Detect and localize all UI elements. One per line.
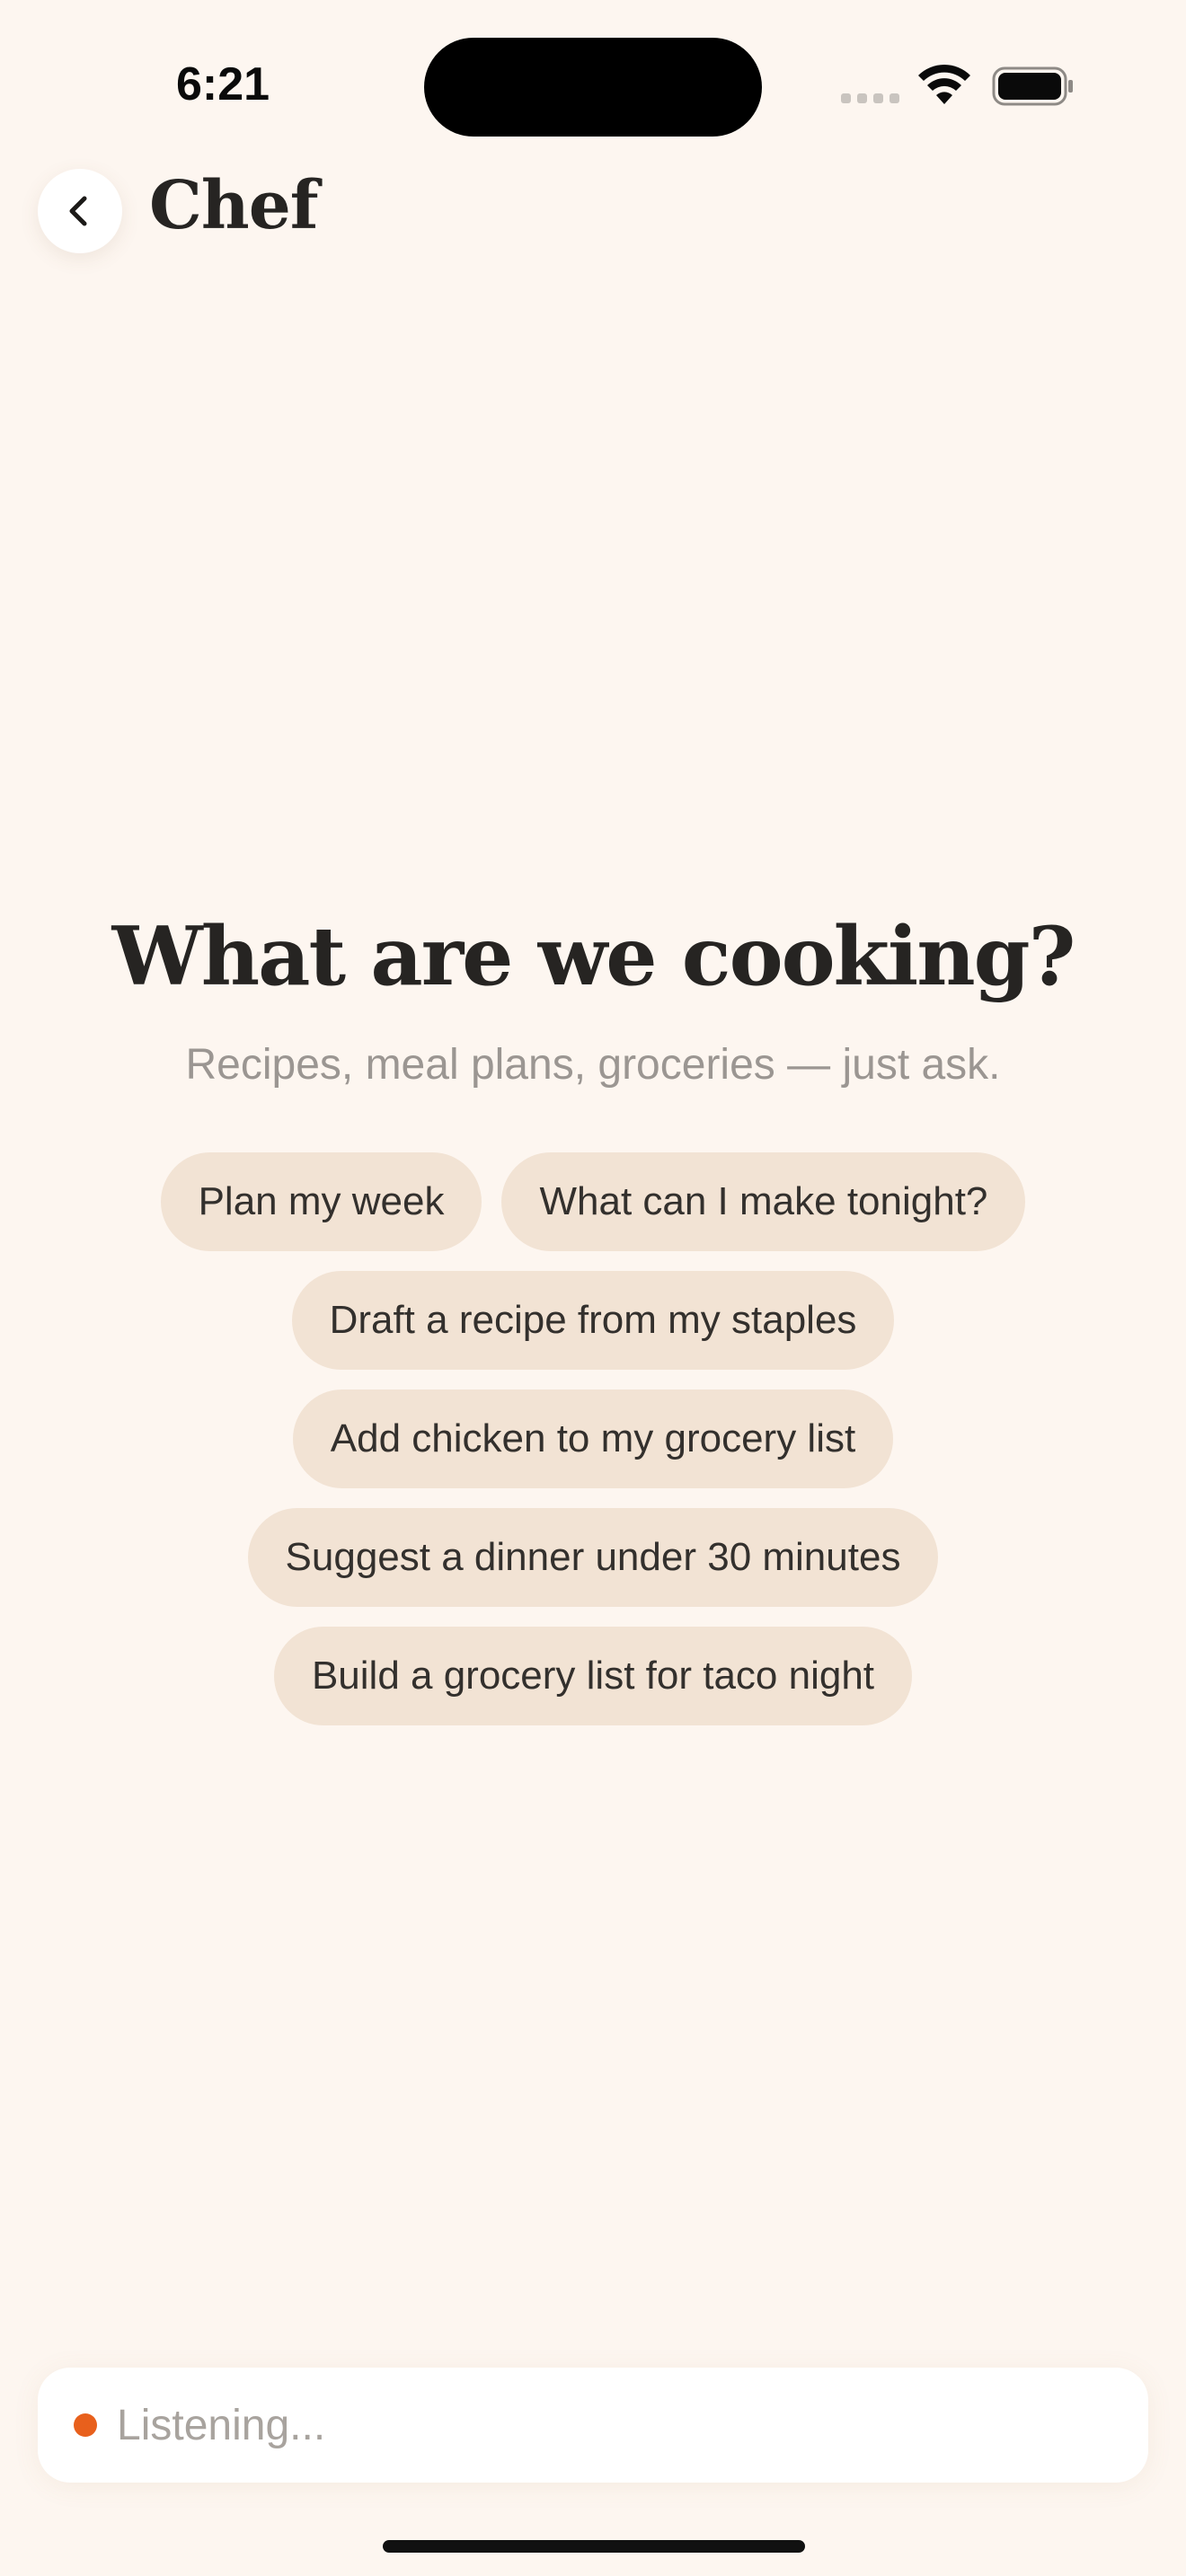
- chevron-left-icon: [69, 196, 87, 226]
- suggestion-chip-taco-night[interactable]: Build a grocery list for taco night: [273, 1627, 913, 1725]
- home-indicator[interactable]: [383, 2540, 805, 2553]
- recording-indicator-icon: [74, 2413, 97, 2437]
- dynamic-island: [424, 38, 762, 137]
- hero-subtitle: Recipes, meal plans, groceries — just as…: [185, 1041, 1001, 1089]
- battery-icon: [992, 66, 1073, 106]
- suggestion-chip-quick-dinner[interactable]: Suggest a dinner under 30 minutes: [247, 1508, 939, 1607]
- page-title: Chef: [149, 167, 319, 244]
- suggestion-chip-draft-recipe[interactable]: Draft a recipe from my staples: [291, 1271, 895, 1370]
- hero-title: What are we cooking?: [111, 909, 1076, 1004]
- chat-input-bar[interactable]: Listening...: [38, 2368, 1148, 2483]
- chef-screen: 6:21 Chef What are we cooking? Recipes, …: [0, 0, 1186, 2576]
- wifi-icon: [918, 64, 970, 104]
- suggestion-chip-add-chicken[interactable]: Add chicken to my grocery list: [292, 1389, 894, 1488]
- listening-status: Listening...: [117, 2401, 326, 2449]
- suggestion-chip-plan-week[interactable]: Plan my week: [160, 1152, 482, 1251]
- chip-row: Plan my week What can I make tonight?: [160, 1152, 1026, 1251]
- cellular-signal-icon: [841, 93, 899, 103]
- suggestion-chip-make-tonight[interactable]: What can I make tonight?: [501, 1152, 1026, 1251]
- status-time: 6:21: [176, 58, 270, 110]
- suggestion-chips: Plan my week What can I make tonight? Dr…: [90, 1152, 1096, 1725]
- back-button[interactable]: [38, 169, 122, 253]
